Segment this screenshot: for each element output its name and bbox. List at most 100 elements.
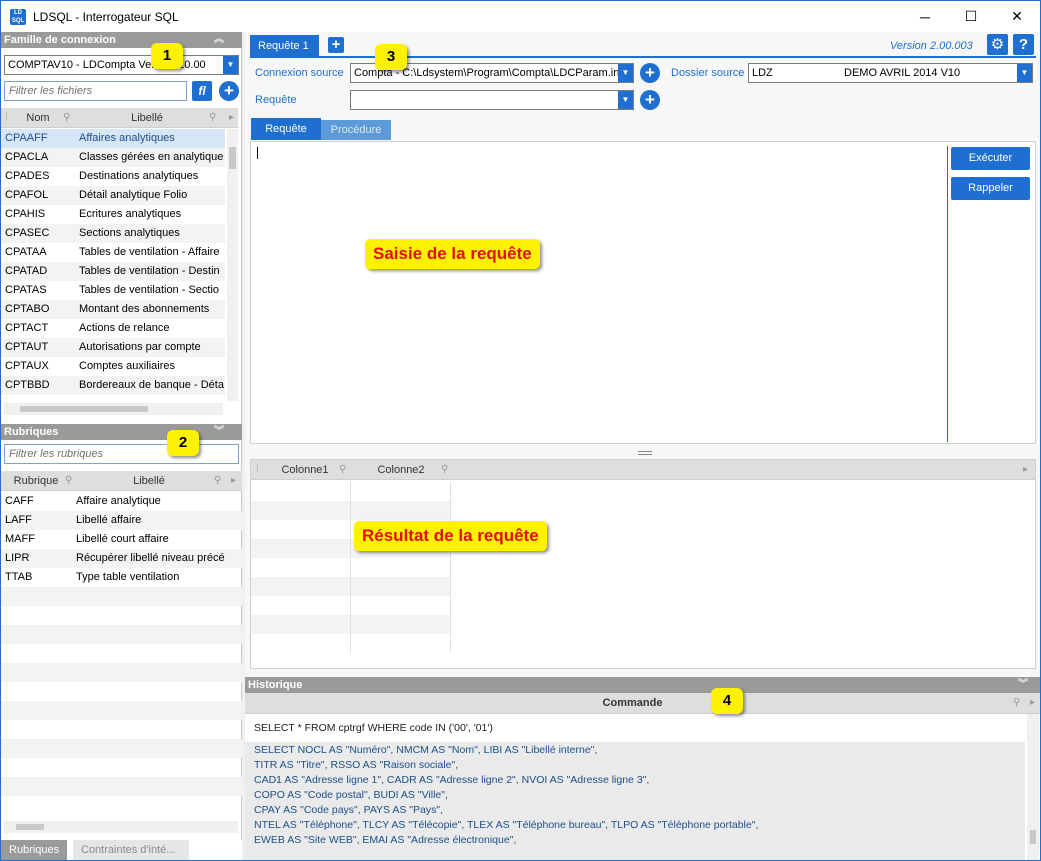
- file-row[interactable]: CPATAD Tables de ventilation - Destin: [1, 262, 225, 281]
- search-icon[interactable]: ⚲: [1013, 693, 1020, 713]
- result-row[interactable]: [251, 482, 451, 501]
- file-row[interactable]: CPTABO Montant des abonnements: [1, 300, 225, 319]
- file-row[interactable]: CPAAFF Affaires analytiques: [1, 129, 225, 148]
- scroll-right-icon[interactable]: ▸: [1023, 460, 1028, 480]
- scrollbar-thumb[interactable]: [16, 824, 44, 830]
- close-button[interactable]: ✕: [994, 1, 1040, 32]
- result-row[interactable]: [251, 615, 451, 634]
- column-header-libelle[interactable]: Libellé: [77, 471, 221, 491]
- file-row[interactable]: CPTAUT Autorisations par compte: [1, 338, 225, 357]
- file-row[interactable]: CPACLA Classes gérées en analytique: [1, 148, 225, 167]
- rubrique-row[interactable]: MAFF Libellé court affaire: [1, 530, 242, 549]
- dossier-source-select[interactable]: LDZ DEMO AVRIL 2014 V10 ▼: [748, 63, 1033, 83]
- requete-select[interactable]: ▼: [350, 90, 634, 110]
- empty-row[interactable]: [1, 758, 242, 777]
- empty-row[interactable]: [1, 587, 242, 606]
- column-menu-icon[interactable]: ⁞: [5, 108, 8, 128]
- expand-chevron-icon[interactable]: ︾: [214, 424, 224, 440]
- tab-contraintes[interactable]: Contraintes d'inté...: [73, 840, 189, 860]
- column-header-rubrique[interactable]: Rubrique: [3, 471, 69, 491]
- filter-rubriques-input[interactable]: Filtrer les rubriques: [4, 444, 239, 464]
- file-row[interactable]: CPATAS Tables de ventilation - Sectio: [1, 281, 225, 300]
- collapse-chevron-icon[interactable]: ︽: [214, 32, 224, 48]
- file-row[interactable]: CPTBBD Bordereaux de banque - Déta: [1, 376, 225, 395]
- tab-rubriques[interactable]: Rubriques: [1, 840, 68, 860]
- empty-row[interactable]: [1, 644, 242, 663]
- search-icon[interactable]: ⚲: [63, 108, 70, 128]
- search-icon[interactable]: ⚲: [209, 108, 216, 128]
- file-row[interactable]: CPAFOL Détail analytique Folio: [1, 186, 225, 205]
- empty-row[interactable]: [1, 777, 242, 796]
- files-vertical-scrollbar[interactable]: [227, 129, 238, 401]
- rubrique-row[interactable]: CAFF Affaire analytique: [1, 492, 242, 511]
- chevron-down-icon[interactable]: ▼: [1017, 64, 1032, 82]
- scroll-right-icon[interactable]: ▸: [229, 108, 234, 128]
- file-row[interactable]: CPTACT Actions de relance: [1, 319, 225, 338]
- splitter-handle[interactable]: [638, 451, 652, 455]
- tab-procedure[interactable]: Procédure: [321, 120, 391, 140]
- column-header-commande[interactable]: Commande: [245, 693, 1020, 713]
- tab-requete[interactable]: Requête: [251, 118, 321, 140]
- search-icon[interactable]: ⚲: [65, 471, 72, 491]
- rubriques-horizontal-scrollbar[interactable]: [4, 821, 238, 833]
- files-horizontal-scrollbar[interactable]: [4, 403, 223, 415]
- rubrique-row[interactable]: TTAB Type table ventilation: [1, 568, 242, 587]
- empty-row[interactable]: [1, 720, 242, 739]
- chevron-down-icon[interactable]: ▼: [618, 64, 633, 82]
- scroll-right-icon[interactable]: ▸: [231, 471, 236, 491]
- file-row[interactable]: CPASEC Sections analytiques: [1, 224, 225, 243]
- empty-row[interactable]: [1, 625, 242, 644]
- add-requete-button[interactable]: +: [640, 90, 660, 110]
- result-grid[interactable]: ⁞ Colonne1 ⚲ Colonne2 ⚲ ▸: [250, 459, 1036, 669]
- search-icon[interactable]: ⚲: [214, 471, 221, 491]
- result-row[interactable]: [251, 501, 451, 520]
- chevron-down-icon[interactable]: ▼: [618, 91, 633, 109]
- column-header-nom[interactable]: Nom: [11, 108, 65, 128]
- empty-row[interactable]: [1, 663, 242, 682]
- rubrique-row[interactable]: LAFF Libellé affaire: [1, 511, 242, 530]
- add-connexion-button[interactable]: +: [640, 63, 660, 83]
- empty-row[interactable]: [1, 701, 242, 720]
- maximize-button[interactable]: ☐: [948, 1, 994, 32]
- scrollbar-thumb[interactable]: [20, 406, 148, 412]
- search-icon[interactable]: ⚲: [441, 460, 448, 480]
- search-icon[interactable]: ⚲: [339, 460, 346, 480]
- query-editor[interactable]: Exécuter Rappeler: [250, 141, 1036, 444]
- settings-gear-icon[interactable]: ⚙: [987, 34, 1008, 55]
- history-vertical-scrollbar[interactable]: [1027, 714, 1039, 860]
- file-row[interactable]: CPTAUX Comptes auxiliaires: [1, 357, 225, 376]
- file-row[interactable]: CPATAA Tables de ventilation - Affaire: [1, 243, 225, 262]
- empty-row[interactable]: [1, 682, 242, 701]
- filter-files-input[interactable]: Filtrer les fichiers: [4, 81, 187, 101]
- cell-divider: [350, 539, 351, 558]
- file-row[interactable]: CPADES Destinations analytiques: [1, 167, 225, 186]
- scrollbar-thumb[interactable]: [1030, 830, 1036, 844]
- minimize-button[interactable]: ─: [902, 1, 948, 32]
- execute-button[interactable]: Exécuter: [951, 147, 1030, 170]
- result-row[interactable]: [251, 577, 451, 596]
- tab-requete-1[interactable]: Requête 1: [250, 35, 319, 57]
- chevron-down-icon[interactable]: ▼: [223, 56, 238, 74]
- file-row[interactable]: CPAHIS Ecritures analytiques: [1, 205, 225, 224]
- add-tab-button[interactable]: +: [328, 37, 344, 53]
- rubrique-row[interactable]: LIPR Récupérer libellé niveau précé: [1, 549, 242, 568]
- scrollbar-thumb[interactable]: [229, 147, 236, 169]
- column-header-colonne1[interactable]: Colonne1: [265, 460, 345, 480]
- column-header-colonne2[interactable]: Colonne2: [361, 460, 441, 480]
- column-header-libelle[interactable]: Libellé: [75, 108, 219, 128]
- function-button[interactable]: fl: [192, 81, 212, 101]
- result-row[interactable]: [251, 596, 451, 615]
- result-row[interactable]: [251, 634, 451, 653]
- help-icon[interactable]: ?: [1013, 34, 1034, 55]
- scroll-right-icon[interactable]: ▸: [1030, 693, 1035, 713]
- result-row[interactable]: [251, 558, 451, 577]
- expand-chevron-icon[interactable]: ︾: [1018, 677, 1028, 693]
- history-entry[interactable]: SELECT * FROM cptrgf WHERE code IN ('00'…: [254, 720, 493, 736]
- famille-select[interactable]: COMPTAV10 - LDCompta Version 10.00 ▼: [4, 55, 239, 75]
- empty-row[interactable]: [1, 606, 242, 625]
- recall-button[interactable]: Rappeler: [951, 177, 1030, 200]
- empty-row[interactable]: [1, 739, 242, 758]
- history-entry-selected[interactable]: SELECT NOCL AS "Numéro", NMCM AS "Nom", …: [245, 742, 1025, 860]
- column-menu-icon[interactable]: ⁞: [256, 460, 259, 480]
- add-file-button[interactable]: +: [219, 81, 239, 101]
